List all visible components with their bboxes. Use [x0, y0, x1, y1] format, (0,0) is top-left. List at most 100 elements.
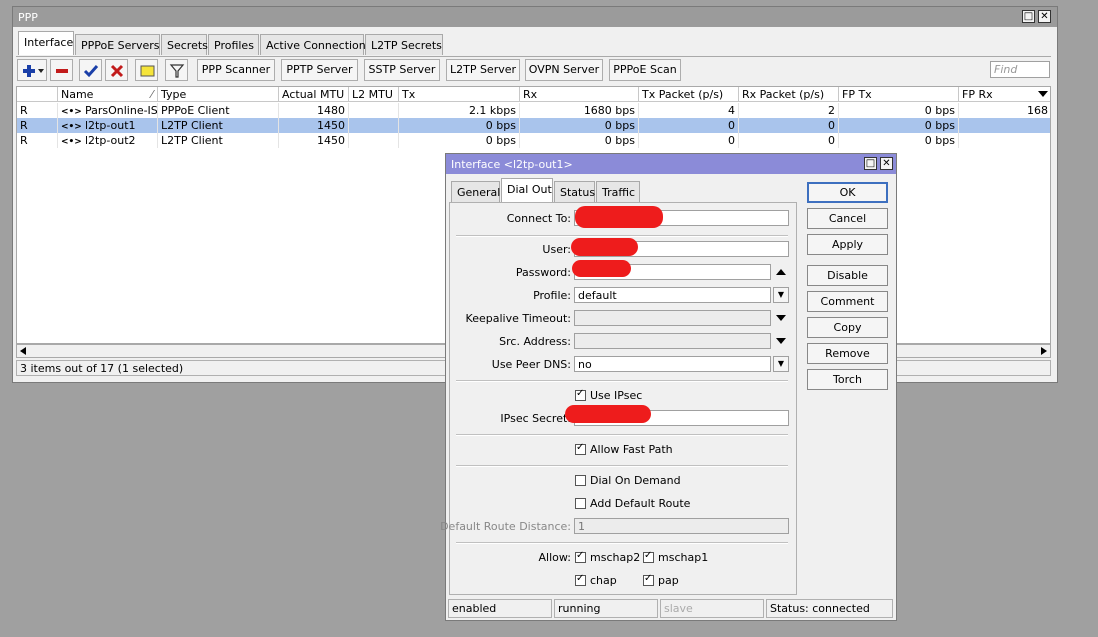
- allow-fast-path-checkbox[interactable]: [575, 442, 586, 455]
- dial-on-demand-checkbox[interactable]: [575, 475, 586, 486]
- column-menu-icon[interactable]: [1038, 91, 1048, 97]
- mschap1-label: mschap1: [658, 551, 709, 564]
- check-icon: [83, 65, 99, 78]
- status-enabled: enabled: [448, 599, 552, 618]
- use-peer-dns-select[interactable]: no: [574, 356, 771, 372]
- table-cell-tx: 2.1 kbps: [399, 103, 520, 118]
- table-cell-txp: 4: [639, 103, 739, 118]
- table-cell-tx: 0 bps: [399, 118, 520, 133]
- find-input[interactable]: Find: [990, 61, 1050, 78]
- dialog-titlebar[interactable]: Interface <l2tp-out1> □ ✕: [446, 154, 896, 174]
- column-header-name-label: Name: [61, 88, 94, 101]
- src-address-input[interactable]: [574, 333, 771, 349]
- add-default-route-checkbox[interactable]: [575, 498, 586, 509]
- tab-status[interactable]: Status: [554, 181, 595, 202]
- tab-active-connections[interactable]: Active Connections: [260, 34, 372, 55]
- tab-profiles[interactable]: Profiles: [208, 34, 259, 55]
- pap-checkbox[interactable]: [643, 573, 654, 586]
- tab-general[interactable]: General: [451, 181, 500, 202]
- ppp-titlebar[interactable]: PPP □ ✕: [13, 7, 1057, 27]
- dialog-close-icon[interactable]: ✕: [880, 157, 893, 170]
- chap-checkbox[interactable]: [575, 573, 586, 586]
- torch-button[interactable]: Torch: [807, 369, 888, 390]
- src-address-expand-icon[interactable]: [776, 338, 786, 344]
- use-ipsec-label: Use IPsec: [590, 389, 643, 402]
- src-address-label: Src. Address:: [499, 335, 571, 348]
- table-cell-fptx: 0 bps: [839, 103, 959, 118]
- redacted-connect-to: [575, 206, 663, 228]
- ppp-scanner-button[interactable]: PPP Scanner: [197, 59, 275, 81]
- tab-l2tp-secrets[interactable]: L2TP Secrets: [365, 34, 443, 55]
- cell-text: l2tp-out2: [84, 134, 136, 147]
- dialog-maximize-icon[interactable]: □: [864, 157, 877, 170]
- mschap2-checkbox[interactable]: [575, 550, 586, 563]
- tab-pppoe-servers[interactable]: PPPoE Servers: [75, 34, 160, 55]
- table-cell-txp: 0: [639, 133, 739, 148]
- table-row[interactable]: R <•> ParsOnline-ISP PPPoE Client 1480 2.1 k…: [17, 103, 1050, 118]
- column-header-actual-mtu[interactable]: Actual MTU: [279, 87, 349, 102]
- default-route-distance-input[interactable]: 1: [574, 518, 789, 534]
- use-ipsec-checkbox[interactable]: [575, 388, 586, 401]
- tab-traffic[interactable]: Traffic: [596, 181, 640, 202]
- dial-on-demand-label: Dial On Demand: [590, 474, 681, 487]
- column-header-name[interactable]: Name ⁄: [58, 87, 158, 102]
- column-header-rx-packet[interactable]: Rx Packet (p/s): [739, 87, 839, 102]
- tab-secrets[interactable]: Secrets: [161, 34, 208, 55]
- disable-button[interactable]: [105, 59, 128, 81]
- add-button[interactable]: [17, 59, 47, 81]
- enable-button[interactable]: [79, 59, 102, 81]
- tab-interface[interactable]: Interface: [18, 31, 74, 55]
- comment-button[interactable]: [135, 59, 158, 81]
- table-cell-type: PPPoE Client: [158, 103, 279, 118]
- table-cell-fptx: 0 bps: [839, 118, 959, 133]
- column-header-l2-mtu[interactable]: L2 MTU: [349, 87, 399, 102]
- maximize-icon[interactable]: □: [1022, 10, 1035, 23]
- pppoe-scan-button[interactable]: PPPoE Scan: [609, 59, 681, 81]
- cell-text: 0 bps: [485, 119, 516, 132]
- keepalive-expand-icon[interactable]: [776, 315, 786, 321]
- close-icon[interactable]: ✕: [1038, 10, 1051, 23]
- cancel-button[interactable]: Cancel: [807, 208, 888, 229]
- mschap1-checkbox[interactable]: [643, 550, 654, 563]
- add-default-route-label: Add Default Route: [590, 497, 691, 510]
- comment-button[interactable]: Comment: [807, 291, 888, 312]
- scroll-right-icon[interactable]: [1041, 347, 1047, 355]
- table-row[interactable]: R <•> l2tp-out2 L2TP Client 1450 0 bps 0 bps 0…: [17, 133, 1050, 148]
- ok-button[interactable]: OK: [807, 182, 888, 203]
- cell-text: 0 bps: [924, 134, 955, 147]
- table-cell-mtu: 1480: [279, 103, 349, 118]
- apply-button[interactable]: Apply: [807, 234, 888, 255]
- table-row[interactable]: R <•> l2tp-out1 L2TP Client 1450 0 bps 0 bps 0…: [17, 118, 1050, 133]
- column-header-tx-packet[interactable]: Tx Packet (p/s): [639, 87, 739, 102]
- profile-select[interactable]: default: [574, 287, 771, 303]
- table-cell-rx: 1680 bps: [520, 103, 639, 118]
- remove-button[interactable]: [50, 59, 73, 81]
- separator: [456, 380, 788, 382]
- password-collapse-icon[interactable]: [776, 269, 786, 275]
- table-cell-flag: R: [17, 118, 58, 133]
- tab-dial-out[interactable]: Dial Out: [501, 178, 553, 202]
- scroll-left-icon[interactable]: [20, 347, 26, 355]
- status-running: running: [554, 599, 658, 618]
- copy-button[interactable]: Copy: [807, 317, 888, 338]
- column-header-type[interactable]: Type: [158, 87, 279, 102]
- column-header-rx[interactable]: Rx: [520, 87, 639, 102]
- profile-dropdown-icon[interactable]: ▼: [773, 287, 789, 303]
- table-cell-name: <•> l2tp-out1: [58, 118, 158, 133]
- ovpn-server-button[interactable]: OVPN Server: [525, 59, 603, 81]
- sort-indicator-icon: ⁄: [151, 88, 153, 101]
- use-peer-dns-dropdown-icon[interactable]: ▼: [773, 356, 789, 372]
- sstp-server-button[interactable]: SSTP Server: [364, 59, 440, 81]
- table-cell-rxp: 0: [739, 118, 839, 133]
- filter-button[interactable]: [165, 59, 188, 81]
- column-header-fp-tx[interactable]: FP Tx: [839, 87, 959, 102]
- remove-button[interactable]: Remove: [807, 343, 888, 364]
- column-header-fp-rx[interactable]: FP Rx: [959, 87, 1050, 102]
- chap-label: chap: [590, 574, 617, 587]
- l2tp-server-button[interactable]: L2TP Server: [446, 59, 520, 81]
- column-header-tx[interactable]: Tx: [399, 87, 520, 102]
- keepalive-input[interactable]: [574, 310, 771, 326]
- disable-button[interactable]: Disable: [807, 265, 888, 286]
- column-header-flag[interactable]: [17, 87, 58, 102]
- pptp-server-button[interactable]: PPTP Server: [281, 59, 358, 81]
